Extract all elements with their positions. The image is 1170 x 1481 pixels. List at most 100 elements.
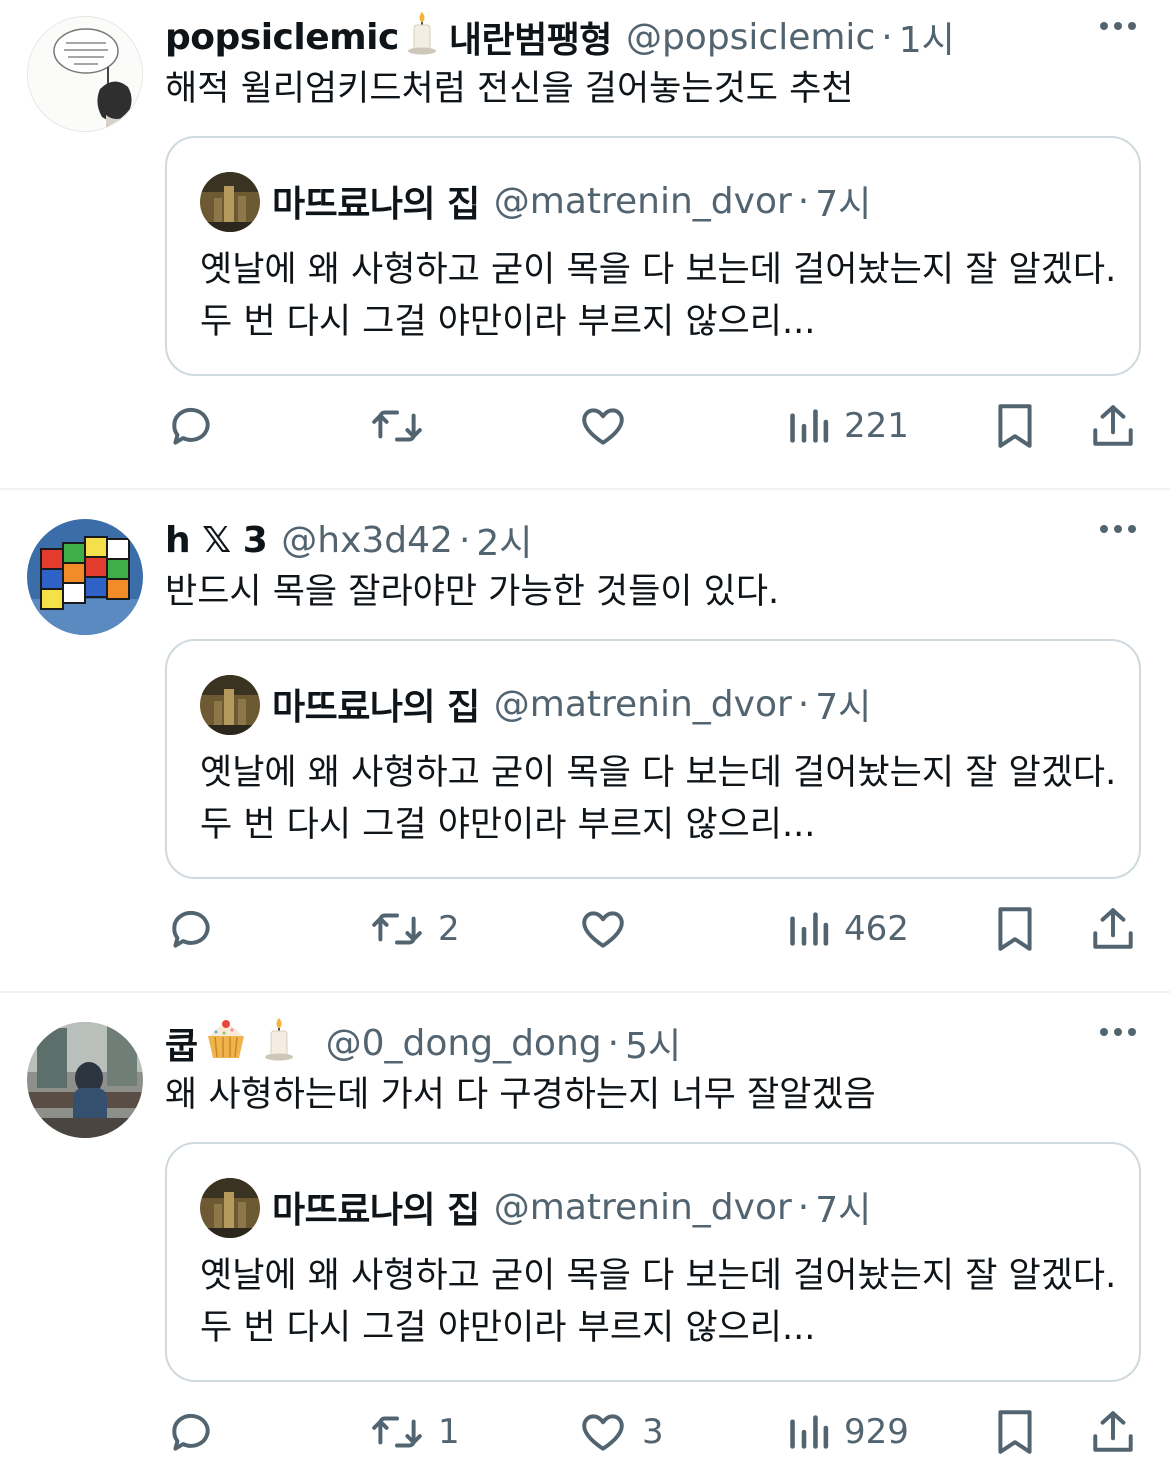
reply-button[interactable]	[166, 400, 230, 452]
retweet-icon	[372, 1416, 422, 1448]
quoted-display-name: 마뜨료나의 집	[272, 687, 480, 728]
user-handle[interactable]: @0_dong_dong	[326, 1023, 602, 1064]
retweet-icon	[372, 410, 422, 442]
tweet-divider	[0, 488, 1170, 490]
avatar[interactable]	[27, 519, 143, 635]
separator-dot: ·	[797, 1186, 810, 1228]
quoted-header: 마뜨료나의 집 @matrenin_dvor · 7시	[272, 1184, 872, 1232]
share-icon	[1093, 405, 1133, 446]
retweet-icon	[372, 913, 422, 945]
quoted-tweet[interactable]: 마뜨료나의 집 @matrenin_dvor · 7시 옛날에 왜 사형하고 굳…	[165, 136, 1141, 376]
reply-button[interactable]	[166, 1406, 230, 1458]
like-icon	[582, 1414, 624, 1451]
bookmark-button[interactable]	[992, 1406, 1038, 1458]
quoted-header: 마뜨료나의 집 @matrenin_dvor · 7시	[272, 178, 872, 226]
views-button[interactable]: 462	[788, 903, 909, 955]
share-icon	[1093, 908, 1133, 949]
quoted-timestamp: 7시	[815, 687, 872, 728]
quoted-handle: @matrenin_dvor	[493, 683, 792, 725]
display-name[interactable]: popsiclemic	[165, 17, 399, 58]
more-icon[interactable]	[1100, 525, 1136, 533]
quoted-text: 옛날에 왜 사형하고 굳이 목을 다 보는데 걸어놨는지 잘 알겠다. 두 번 …	[200, 250, 1117, 342]
avatar[interactable]	[27, 16, 143, 132]
more-icon[interactable]	[1100, 22, 1136, 30]
quoted-display-name: 마뜨료나의 집	[272, 184, 480, 225]
quoted-text: 옛날에 왜 사형하고 굳이 목을 다 보는데 걸어놨는지 잘 알겠다. 두 번 …	[200, 1256, 1117, 1348]
like-button[interactable]	[578, 903, 642, 955]
views-icon	[790, 409, 829, 443]
quoted-timestamp: 7시	[815, 1190, 872, 1231]
timestamp[interactable]: 2시	[476, 514, 532, 566]
quoted-timestamp: 7시	[815, 184, 872, 225]
views-icon	[790, 1415, 829, 1449]
retweet-button[interactable]: 2	[370, 903, 460, 955]
bookmark-button[interactable]	[992, 400, 1038, 452]
separator-dot: ·	[797, 180, 810, 222]
tweet-divider	[0, 991, 1170, 993]
reply-icon	[172, 1413, 210, 1451]
view-count: 462	[844, 909, 909, 949]
separator-dot: ·	[458, 519, 471, 561]
separator-dot: ·	[881, 16, 893, 58]
retweet-button[interactable]	[370, 400, 438, 452]
bookmark-button[interactable]	[992, 903, 1038, 955]
views-button[interactable]: 929	[788, 1406, 909, 1458]
quoted-tweet[interactable]: 마뜨료나의 집 @matrenin_dvor · 7시 옛날에 왜 사형하고 굳…	[165, 639, 1141, 879]
share-button[interactable]	[1088, 1406, 1138, 1458]
share-button[interactable]	[1088, 903, 1138, 955]
candle-emoji-icon	[405, 10, 439, 65]
quoted-avatar	[200, 1178, 260, 1238]
quoted-avatar	[200, 172, 260, 232]
display-name[interactable]: 쿱	[165, 1017, 198, 1069]
display-name-suffix[interactable]: 내란범팽형	[449, 11, 613, 63]
tweet[interactable]: popsiclemic 내란범팽형 @popsiclemic · 1시 해적 윌…	[0, 0, 1170, 488]
cupcake-emoji-icon	[204, 1016, 248, 1071]
display-name[interactable]: h 𝕏 3	[165, 520, 268, 561]
reply-icon	[172, 407, 210, 445]
reply-button[interactable]	[166, 903, 230, 955]
timestamp[interactable]: 1시	[899, 11, 955, 63]
action-bar: 221	[0, 400, 1170, 452]
tweet-text: 반드시 목을 잘라야만 가능한 것들이 있다.	[165, 572, 780, 612]
quoted-handle: @matrenin_dvor	[493, 1186, 792, 1228]
action-bar: 1 3 929	[0, 1406, 1170, 1458]
like-icon	[582, 408, 624, 445]
quoted-tweet[interactable]: 마뜨료나의 집 @matrenin_dvor · 7시 옛날에 왜 사형하고 굳…	[165, 1142, 1141, 1382]
quoted-avatar	[200, 675, 260, 735]
separator-dot: ·	[607, 1022, 620, 1064]
more-icon[interactable]	[1100, 1028, 1136, 1036]
tweet-header: h 𝕏 3 @hx3d42 · 2시	[165, 514, 532, 566]
action-bar: 2 462	[0, 903, 1170, 955]
tweet[interactable]: 쿱 @0_dong_dong · 5시 왜 사형하는데 가서 다 구경하는지 너…	[0, 1006, 1170, 1481]
retweet-button[interactable]: 1	[370, 1406, 460, 1458]
bookmark-icon	[998, 1410, 1032, 1454]
like-button[interactable]	[578, 400, 642, 452]
view-count: 221	[844, 406, 909, 446]
like-icon	[582, 911, 624, 948]
separator-dot: ·	[797, 683, 810, 725]
tweet-text: 왜 사형하는데 가서 다 구경하는지 너무 잘알겠음	[165, 1075, 876, 1115]
tweet-text: 해적 윌리엄키드처럼 전신을 걸어놓는것도 추천	[165, 69, 854, 109]
like-count: 3	[642, 1412, 664, 1452]
quoted-display-name: 마뜨료나의 집	[272, 1190, 480, 1231]
view-count: 929	[844, 1412, 909, 1452]
tweet[interactable]: h 𝕏 3 @hx3d42 · 2시 반드시 목을 잘라야만 가능한 것들이 있…	[0, 503, 1170, 991]
views-icon	[790, 912, 829, 946]
bookmark-icon	[998, 404, 1032, 448]
share-icon	[1093, 1411, 1133, 1452]
bookmark-icon	[998, 907, 1032, 951]
timestamp[interactable]: 5시	[625, 1017, 681, 1069]
views-button[interactable]: 221	[788, 400, 909, 452]
quoted-header: 마뜨료나의 집 @matrenin_dvor · 7시	[272, 681, 872, 729]
reply-icon	[172, 910, 210, 948]
tweet-header: popsiclemic 내란범팽형 @popsiclemic · 1시	[165, 11, 955, 63]
user-handle[interactable]: @hx3d42	[281, 520, 453, 561]
share-button[interactable]	[1088, 400, 1138, 452]
user-handle[interactable]: @popsiclemic	[626, 17, 875, 58]
avatar[interactable]	[27, 1022, 143, 1138]
quoted-text: 옛날에 왜 사형하고 굳이 목을 다 보는데 걸어놨는지 잘 알겠다. 두 번 …	[200, 753, 1117, 845]
like-button[interactable]: 3	[578, 1406, 664, 1458]
retweet-count: 2	[438, 909, 460, 949]
candle-emoji-icon	[262, 1016, 296, 1071]
quoted-handle: @matrenin_dvor	[493, 180, 792, 222]
